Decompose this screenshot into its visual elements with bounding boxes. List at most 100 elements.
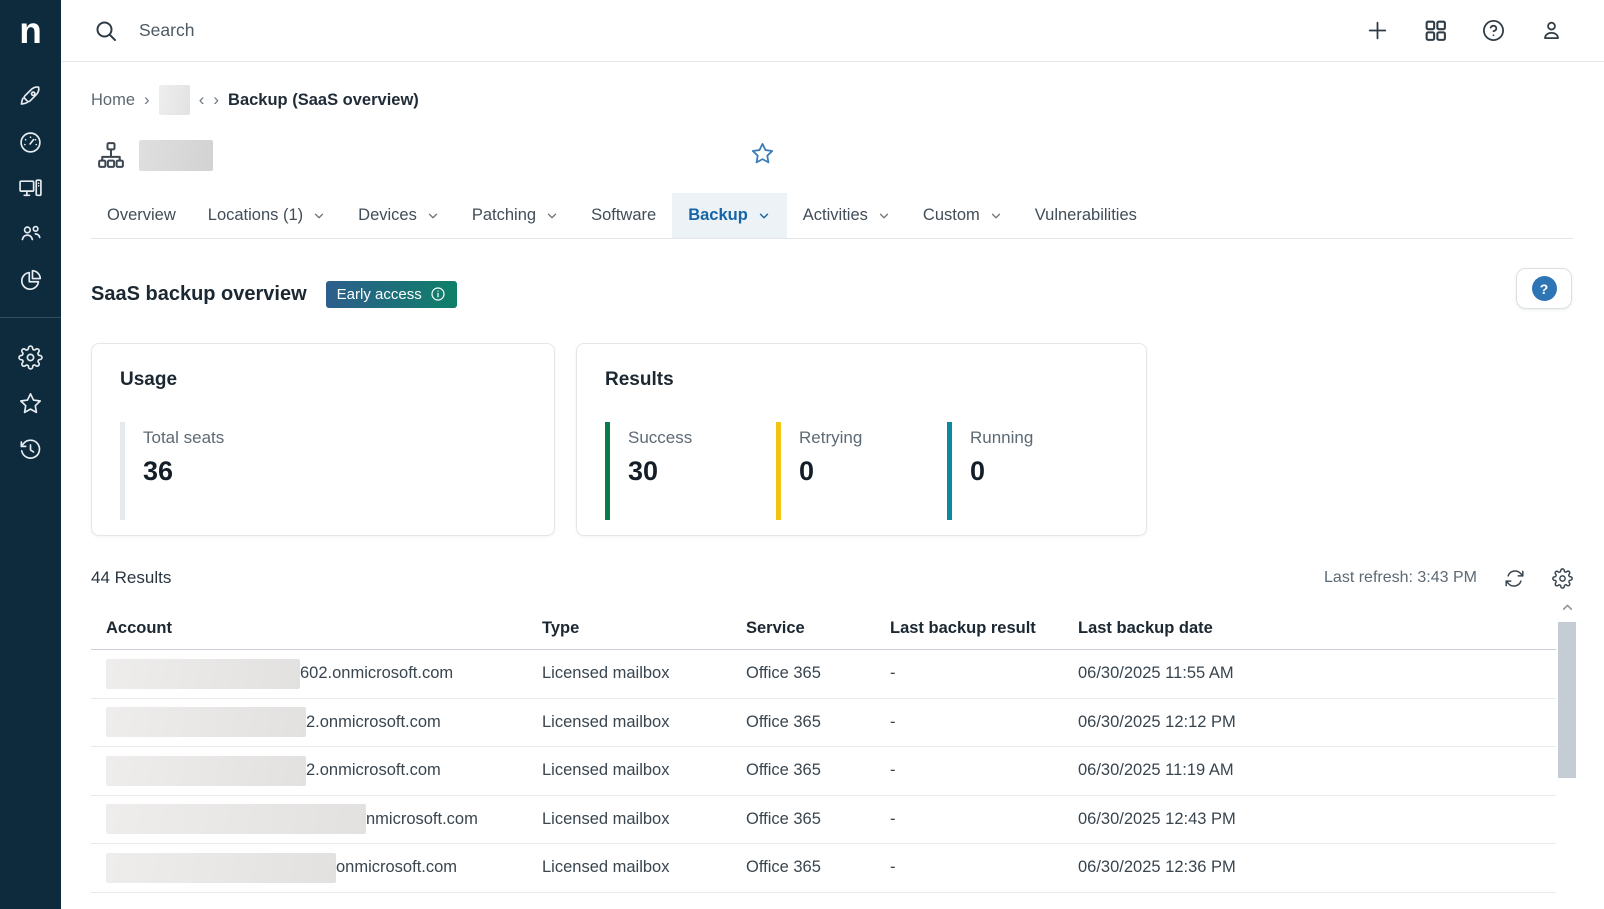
- search-icon: [94, 19, 118, 43]
- scrollbar-chevron-up-icon[interactable]: [1558, 598, 1576, 616]
- column-header-type[interactable]: Type: [542, 619, 746, 638]
- service-cell: Office 365: [746, 858, 890, 877]
- chevron-down-icon: [426, 209, 440, 223]
- table-row[interactable]: 602.onmicrosoft.com Licensed mailbox Off…: [91, 650, 1556, 699]
- column-header-last-backup-result[interactable]: Last backup result: [890, 619, 1078, 638]
- favorite-star-icon[interactable]: [750, 141, 775, 166]
- tab-label: Devices: [358, 206, 417, 225]
- type-cell: Licensed mailbox: [542, 761, 746, 780]
- sidebar-item-end-users[interactable]: [0, 211, 61, 257]
- sidebar-item-recent[interactable]: [0, 426, 61, 472]
- stat-value: 36: [143, 456, 292, 487]
- table-toolbar: 44 Results Last refresh: 3:43 PM: [91, 566, 1573, 590]
- plus-icon: [1365, 18, 1390, 43]
- tab-vulnerabilities[interactable]: Vulnerabilities: [1019, 193, 1153, 238]
- tab-label: Backup: [688, 206, 748, 225]
- help-button[interactable]: [1481, 18, 1506, 43]
- rocket-icon: [18, 84, 43, 109]
- tab-backup[interactable]: Backup: [672, 193, 787, 238]
- stat-label: Success: [628, 428, 776, 448]
- sidebar: n: [0, 0, 61, 909]
- tab-label: Locations (1): [208, 206, 303, 225]
- table-scrollbar: [1558, 598, 1576, 909]
- breadcrumb-separator: ›: [213, 90, 219, 110]
- breadcrumb-redacted-org: [159, 85, 190, 115]
- account-cell: 2.onmicrosoft.com: [91, 707, 542, 737]
- service-cell: Office 365: [746, 810, 890, 829]
- settings-gear-icon: [18, 345, 43, 370]
- tab-label: Software: [591, 206, 656, 225]
- breadcrumb: Home › ‹ › Backup (SaaS overview): [91, 87, 1573, 113]
- sidebar-item-favorites[interactable]: [0, 380, 61, 426]
- tab-label: Custom: [923, 206, 980, 225]
- stat-value: 0: [799, 456, 947, 487]
- type-cell: Licensed mailbox: [542, 713, 746, 732]
- usage-card: Usage Total seats 36: [91, 343, 555, 536]
- org-tabs: Overview Locations (1) Devices Patching …: [91, 193, 1573, 239]
- tab-activities[interactable]: Activities: [787, 193, 907, 238]
- results-card: Results Success 30 Retrying 0 Running 0: [576, 343, 1147, 536]
- tab-label: Patching: [472, 206, 536, 225]
- breadcrumb-separator: ›: [144, 90, 150, 110]
- last-backup-date-cell: 06/30/2025 11:55 AM: [1078, 664, 1556, 683]
- account-redacted-blob: [106, 707, 306, 737]
- chevron-down-icon: [757, 209, 771, 223]
- table-row[interactable]: onmicrosoft.com Licensed mailbox Office …: [91, 844, 1556, 893]
- table-row[interactable]: 2.onmicrosoft.com Licensed mailbox Offic…: [91, 699, 1556, 748]
- column-header-last-backup-date[interactable]: Last backup date: [1078, 619, 1556, 638]
- organization-header: [91, 139, 1573, 171]
- column-header-service[interactable]: Service: [746, 619, 890, 638]
- stat-label: Retrying: [799, 428, 947, 448]
- last-backup-date-cell: 06/30/2025 12:36 PM: [1078, 858, 1556, 877]
- tab-custom[interactable]: Custom: [907, 193, 1019, 238]
- tab-patching[interactable]: Patching: [456, 193, 575, 238]
- tab-software[interactable]: Software: [575, 193, 672, 238]
- tab-locations[interactable]: Locations (1): [192, 193, 342, 238]
- tab-label: Overview: [107, 206, 176, 225]
- stat-label: Total seats: [143, 428, 292, 448]
- tab-devices[interactable]: Devices: [342, 193, 456, 238]
- sidebar-item-administration[interactable]: [0, 334, 61, 380]
- summary-cards: Usage Total seats 36 Results Success 30: [91, 343, 1573, 536]
- page-help-button[interactable]: ?: [1516, 268, 1572, 309]
- table-header-row: Account Type Service Last backup result …: [91, 608, 1556, 650]
- last-backup-result-cell: -: [890, 664, 1078, 683]
- brand-logo[interactable]: n: [19, 12, 42, 49]
- account-suffix: 2.onmicrosoft.com: [306, 713, 441, 732]
- sidebar-item-reports[interactable]: [0, 257, 61, 303]
- table-row[interactable]: nmicrosoft.com Licensed mailbox Office 3…: [91, 796, 1556, 845]
- apps-button[interactable]: [1423, 18, 1448, 43]
- app-screen: n: [0, 0, 1604, 909]
- refresh-icon[interactable]: [1504, 568, 1525, 589]
- main-content: Home › ‹ › Backup (SaaS overview): [61, 62, 1604, 909]
- chevron-down-icon: [989, 209, 1003, 223]
- sidebar-item-getting-started[interactable]: [0, 73, 61, 119]
- results-count: 44 Results: [91, 568, 171, 588]
- chevron-down-icon: [545, 209, 559, 223]
- add-button[interactable]: [1365, 18, 1390, 43]
- table-row[interactable]: 2.onmicrosoft.com Licensed mailbox Offic…: [91, 747, 1556, 796]
- history-icon: [18, 437, 43, 462]
- tab-label: Vulnerabilities: [1035, 206, 1137, 225]
- account-cell: nmicrosoft.com: [91, 804, 542, 834]
- search-input[interactable]: [139, 20, 559, 41]
- breadcrumb-current-page: Backup (SaaS overview): [228, 91, 419, 110]
- stat-retrying: Retrying 0: [776, 422, 947, 520]
- info-circle-icon[interactable]: [430, 286, 446, 302]
- user-menu-button[interactable]: [1539, 18, 1564, 43]
- tab-overview[interactable]: Overview: [91, 193, 192, 238]
- breadcrumb-home-link[interactable]: Home: [91, 91, 135, 110]
- early-access-badge: Early access: [326, 281, 457, 308]
- page-header: SaaS backup overview Early access ?: [91, 273, 1573, 315]
- sidebar-item-devices[interactable]: [0, 165, 61, 211]
- table-settings-gear-icon[interactable]: [1552, 568, 1573, 589]
- sidebar-item-dashboard[interactable]: [0, 119, 61, 165]
- dashboard-gauge-icon: [18, 130, 43, 155]
- pie-chart-icon: [18, 268, 43, 293]
- column-header-account[interactable]: Account: [91, 619, 542, 638]
- star-icon: [18, 391, 43, 416]
- scrollbar-thumb[interactable]: [1558, 622, 1576, 778]
- last-backup-date-cell: 06/30/2025 12:12 PM: [1078, 713, 1556, 732]
- question-mark-icon: ?: [1532, 276, 1557, 301]
- last-refresh-label: Last refresh: 3:43 PM: [1324, 569, 1477, 587]
